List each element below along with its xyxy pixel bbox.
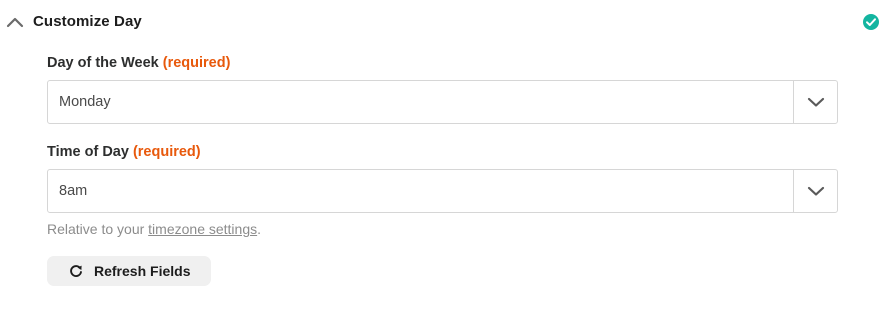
day-of-week-label: Day of the Week (required) — [47, 55, 230, 71]
refresh-fields-label: Refresh Fields — [94, 263, 191, 279]
day-of-week-select[interactable]: Monday — [47, 80, 838, 124]
check-circle-icon — [863, 14, 879, 30]
refresh-fields-button[interactable]: Refresh Fields — [47, 256, 211, 286]
select-value: Monday — [59, 94, 111, 110]
help-prefix: Relative to your — [47, 221, 149, 237]
select-divider — [793, 170, 794, 212]
time-of-day-label: Time of Day (required) — [47, 144, 201, 160]
chevron-down-icon[interactable] — [807, 96, 825, 108]
timezone-settings-link[interactable]: timezone settings — [148, 221, 257, 237]
section-header: Customize Day — [0, 8, 887, 38]
required-indicator: (required) — [162, 55, 231, 71]
required-indicator: (required) — [132, 144, 201, 160]
refresh-icon — [70, 265, 82, 277]
time-of-day-select[interactable]: 8am — [47, 169, 838, 213]
chevron-down-icon[interactable] — [807, 185, 825, 197]
help-suffix: . — [257, 221, 262, 237]
select-value: 8am — [59, 183, 88, 199]
timezone-help-text: Relative to your timezone settings. — [47, 221, 261, 237]
section-title: Customize Day — [33, 13, 142, 30]
field-label-text: Day of the Week — [47, 55, 159, 71]
select-divider — [793, 81, 794, 123]
field-label-text: Time of Day — [47, 144, 129, 160]
chevron-up-icon[interactable] — [6, 15, 24, 29]
